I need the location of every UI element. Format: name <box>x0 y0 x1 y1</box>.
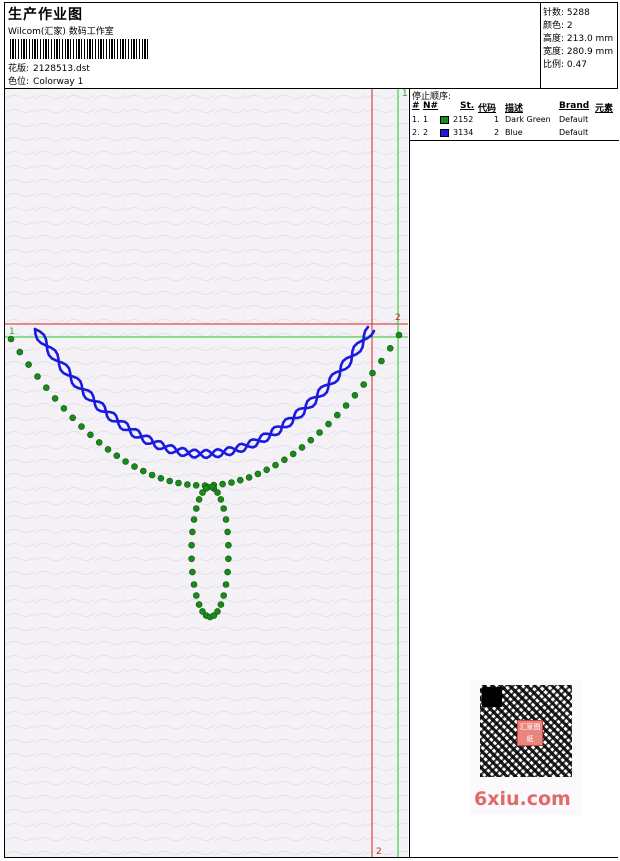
table-row: 1. 1 2152 1 Dark Green Default <box>412 115 589 124</box>
watermark-text: 6xiu.com <box>474 788 571 810</box>
stat-width: 宽度: 280.9 mm <box>543 47 614 57</box>
design-canvas: 1 1 2 2 <box>5 89 408 857</box>
table-row: 2. 2 3134 2 Blue Default <box>412 128 589 137</box>
page-title: 生产作业图 <box>8 7 83 23</box>
red-h-marker: 2 <box>395 313 401 323</box>
header-info: 生产作业图 Wilcom(汇家) 数码工作室 花版: 2128513.dst 色位… <box>4 2 540 88</box>
col-element: 元素 <box>595 104 614 114</box>
col-n: N# <box>423 101 439 111</box>
green-v-marker: 1 <box>402 89 408 99</box>
color-swatch <box>440 129 449 137</box>
col-code: 代码 <box>478 104 497 114</box>
design-file: 花版: 2128513.dst <box>8 61 94 74</box>
design-value: 2128513.dst <box>33 64 90 74</box>
studio-name: Wilcom(汇家) 数码工作室 <box>8 27 114 37</box>
stat-scale: 比例: 0.47 <box>543 60 587 70</box>
design-label: 花版: <box>8 64 30 74</box>
colorway: 色位: Colorway 1 <box>8 74 87 87</box>
colorway-value: Colorway 1 <box>33 77 84 87</box>
color-swatch <box>440 116 449 124</box>
stat-stitches: 针数: 5288 <box>543 8 590 18</box>
stat-height: 高度: 213.0 mm <box>543 34 614 44</box>
fabric-texture <box>5 89 408 857</box>
red-v-marker: 2 <box>376 847 382 857</box>
table-header: # N# St. 代码 描述 Brand 元素 <box>410 101 619 114</box>
col-st: St. <box>460 101 475 111</box>
colorway-label: 色位: <box>8 77 30 87</box>
watermark: 汇家图纸 6xiu.com <box>470 680 582 815</box>
green-h-marker: 1 <box>9 327 15 337</box>
panel-divider <box>410 140 619 141</box>
col-brand: Brand <box>559 101 590 111</box>
watermark-stamp: 汇家图纸 <box>517 720 543 746</box>
col-desc: 描述 <box>505 104 524 114</box>
stat-colors: 颜色: 2 <box>543 21 573 31</box>
col-hash: # <box>412 101 420 111</box>
barcode <box>10 39 148 59</box>
stats-panel: 针数: 5288 颜色: 2 高度: 213.0 mm 宽度: 280.9 mm… <box>540 2 619 88</box>
embroidery-preview <box>5 89 408 857</box>
